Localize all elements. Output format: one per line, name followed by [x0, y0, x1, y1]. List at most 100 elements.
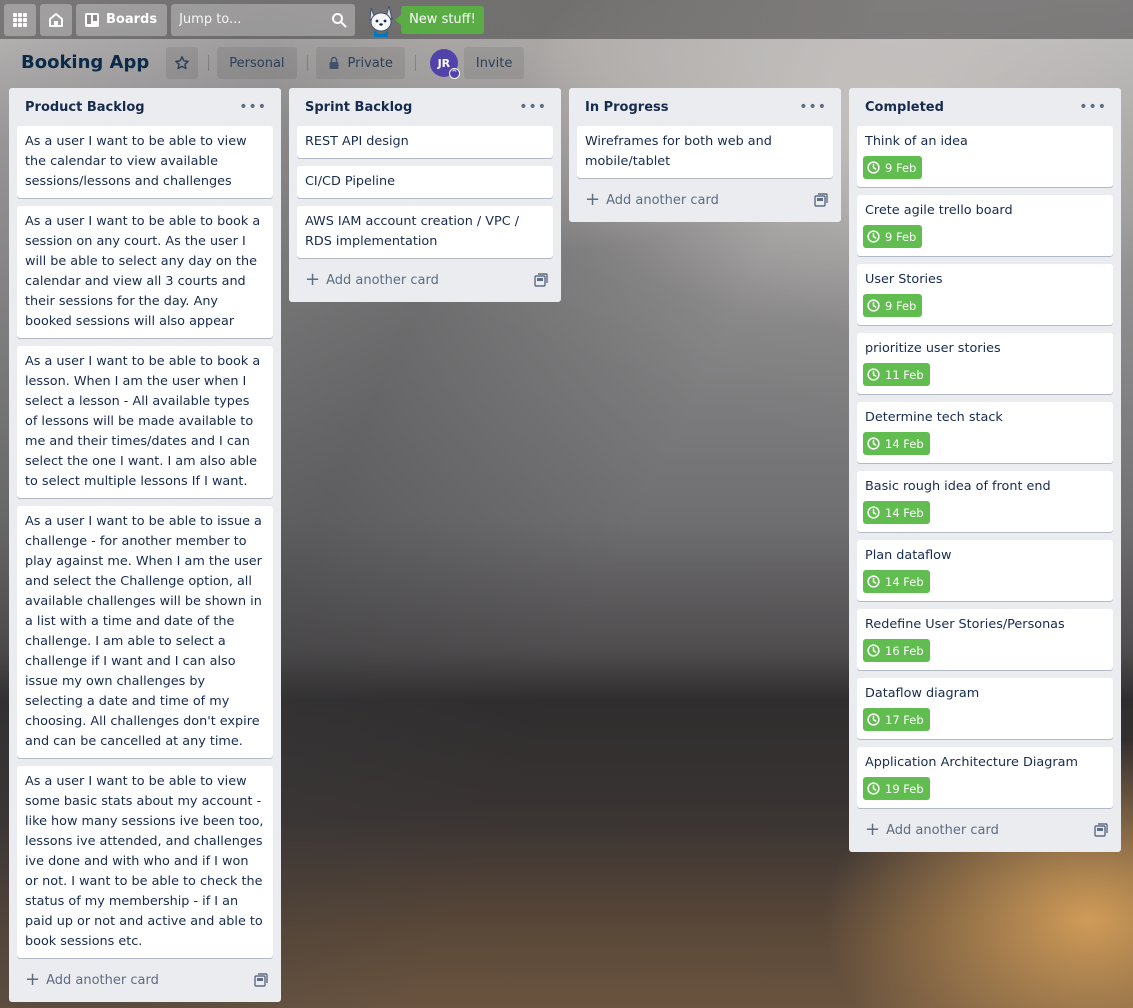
- due-date-badge[interactable]: 9 Feb: [863, 294, 923, 317]
- card[interactable]: Plan dataflow 14 Feb: [857, 540, 1113, 601]
- list-menu-icon[interactable]: •••: [515, 99, 551, 115]
- card-title: Crete agile trello board: [865, 203, 1013, 218]
- clock-icon: [867, 713, 880, 726]
- due-date-badge[interactable]: 16 Feb: [863, 639, 930, 662]
- lock-icon: [329, 56, 339, 69]
- card[interactable]: Determine tech stack 14 Feb: [857, 402, 1113, 463]
- card[interactable]: As a user I want to be able to book a se…: [17, 206, 273, 338]
- card-template-icon[interactable]: [813, 192, 829, 208]
- due-date-label: 14 Feb: [885, 574, 924, 589]
- taco-mascot-icon[interactable]: [363, 2, 399, 38]
- card-title: Basic rough idea of front end: [865, 479, 1051, 494]
- board-header: Booking App Personal Private JR ^ Invite: [0, 39, 1133, 87]
- add-card-button[interactable]: + Add another card: [865, 821, 999, 839]
- due-date-label: 17 Feb: [885, 712, 924, 727]
- list-menu-icon[interactable]: •••: [235, 99, 271, 115]
- card-title: As a user I want to be able to book a se…: [25, 214, 261, 329]
- add-card-label: Add another card: [326, 272, 439, 288]
- card[interactable]: User Stories 9 Feb: [857, 264, 1113, 325]
- list-menu-icon[interactable]: •••: [1075, 99, 1111, 115]
- list-header[interactable]: In Progress •••: [577, 88, 833, 126]
- list-title[interactable]: Sprint Backlog: [305, 100, 412, 115]
- card[interactable]: Redefine User Stories/Personas 16 Feb: [857, 609, 1113, 670]
- due-date-badge[interactable]: 9 Feb: [863, 225, 923, 248]
- boards-button[interactable]: Boards: [76, 3, 168, 36]
- privacy-button[interactable]: Private: [315, 47, 405, 79]
- list-header[interactable]: Sprint Backlog •••: [297, 88, 553, 126]
- invite-button[interactable]: Invite: [463, 47, 525, 79]
- add-card-button[interactable]: + Add another card: [585, 191, 719, 209]
- card-title: Plan dataflow: [865, 548, 952, 563]
- due-date-badge[interactable]: 14 Feb: [863, 570, 930, 593]
- card-title: Redefine User Stories/Personas: [865, 617, 1065, 632]
- card[interactable]: As a user I want to be able to issue a c…: [17, 506, 273, 758]
- team-visibility-button[interactable]: Personal: [217, 47, 297, 79]
- boards-icon: [85, 12, 99, 27]
- due-date-badge[interactable]: 14 Feb: [863, 432, 930, 455]
- card[interactable]: AWS IAM account creation / VPC / RDS imp…: [297, 206, 553, 258]
- clock-icon: [867, 230, 880, 243]
- card-title: As a user I want to be able to book a le…: [25, 354, 261, 489]
- card-title: User Stories: [865, 272, 943, 287]
- boards-label: Boards: [106, 12, 158, 27]
- card[interactable]: prioritize user stories 11 Feb: [857, 333, 1113, 394]
- clock-icon: [867, 437, 880, 450]
- card-title: CI/CD Pipeline: [305, 174, 395, 189]
- clock-icon: [867, 575, 880, 588]
- card[interactable]: As a user I want to be able to book a le…: [17, 346, 273, 498]
- card[interactable]: CI/CD Pipeline: [297, 166, 553, 198]
- plus-icon: +: [585, 189, 601, 210]
- board-title[interactable]: Booking App: [12, 47, 158, 79]
- due-date-badge[interactable]: 11 Feb: [863, 363, 930, 386]
- app-switcher-button[interactable]: [4, 3, 36, 36]
- due-date-badge[interactable]: 17 Feb: [863, 708, 930, 731]
- star-icon: [175, 56, 190, 70]
- list-title[interactable]: Product Backlog: [25, 100, 145, 115]
- add-card-button[interactable]: + Add another card: [305, 271, 439, 289]
- clock-icon: [867, 161, 880, 174]
- home-button[interactable]: [40, 3, 72, 36]
- card-template-icon[interactable]: [533, 272, 549, 288]
- privacy-label: Private: [347, 55, 393, 71]
- card[interactable]: Dataflow diagram 17 Feb: [857, 678, 1113, 739]
- card-title: REST API design: [305, 134, 409, 149]
- card[interactable]: Crete agile trello board 9 Feb: [857, 195, 1113, 256]
- card[interactable]: REST API design: [297, 126, 553, 158]
- list-title[interactable]: In Progress: [585, 100, 669, 115]
- member-avatar[interactable]: JR ^: [429, 49, 460, 79]
- card[interactable]: Basic rough idea of front end 14 Feb: [857, 471, 1113, 532]
- list-header[interactable]: Completed •••: [857, 88, 1113, 126]
- list-title[interactable]: Completed: [865, 100, 944, 115]
- due-date-badge[interactable]: 9 Feb: [863, 156, 923, 179]
- due-date-label: 16 Feb: [885, 643, 924, 658]
- add-card-button[interactable]: + Add another card: [25, 971, 159, 989]
- jump-to-search[interactable]: [171, 3, 356, 36]
- plus-icon: +: [305, 269, 321, 290]
- card-title: Determine tech stack: [865, 410, 1003, 425]
- new-stuff-label: New stuff!: [409, 12, 476, 27]
- list-menu-icon[interactable]: •••: [795, 99, 831, 115]
- header-divider: [306, 55, 308, 71]
- add-card-row: + Add another card: [577, 186, 833, 214]
- new-stuff-button[interactable]: New stuff!: [395, 5, 484, 34]
- card[interactable]: Think of an idea 9 Feb: [857, 126, 1113, 187]
- card[interactable]: As a user I want to be able to view some…: [17, 766, 273, 958]
- search-icon[interactable]: [331, 12, 347, 28]
- card-template-icon[interactable]: [253, 972, 269, 988]
- add-card-label: Add another card: [606, 192, 719, 208]
- star-board-button[interactable]: [166, 47, 199, 79]
- card[interactable]: Application Architecture Diagram 19 Feb: [857, 747, 1113, 808]
- card-title: As a user I want to be able to view some…: [25, 774, 264, 949]
- due-date-label: 9 Feb: [885, 229, 917, 244]
- due-date-badge[interactable]: 14 Feb: [863, 501, 930, 524]
- search-input[interactable]: [179, 12, 320, 27]
- due-date-badge[interactable]: 19 Feb: [863, 777, 930, 800]
- card[interactable]: Wireframes for both web and mobile/table…: [577, 126, 833, 178]
- due-date-label: 19 Feb: [885, 781, 924, 796]
- clock-icon: [867, 782, 880, 795]
- card-template-icon[interactable]: [1093, 822, 1109, 838]
- grid-icon: [13, 12, 27, 27]
- card[interactable]: As a user I want to be able to view the …: [17, 126, 273, 198]
- list-completed: Completed ••• Think of an idea 9 Feb Crete…: [849, 88, 1121, 852]
- list-header[interactable]: Product Backlog •••: [17, 88, 273, 126]
